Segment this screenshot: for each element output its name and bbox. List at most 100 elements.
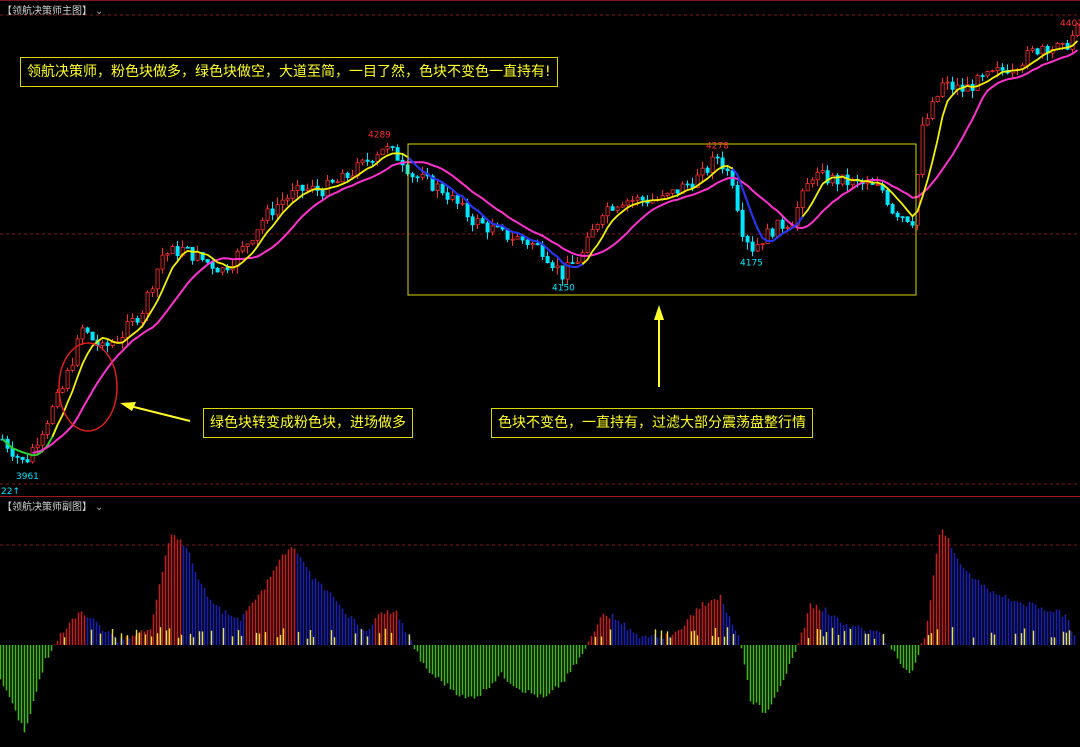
candle (830, 172, 835, 187)
candle (755, 237, 760, 252)
candle (1050, 46, 1055, 59)
candle (775, 219, 780, 237)
candle (235, 248, 240, 274)
candle (490, 218, 495, 236)
up-arrow (654, 305, 664, 387)
candle (965, 76, 970, 92)
candle (605, 202, 610, 224)
candle (820, 163, 825, 175)
candle (1035, 47, 1040, 56)
price-label-low: 4150 (552, 283, 575, 293)
candle (315, 179, 320, 197)
candle (800, 188, 805, 215)
main-panel-title-text: 【领航决策师主图】 (2, 6, 92, 17)
candle (415, 174, 420, 183)
candle (45, 420, 50, 439)
candle (825, 165, 830, 186)
chevron-down-icon[interactable]: ⌄ (95, 6, 103, 17)
candle (715, 153, 720, 165)
candle (295, 180, 300, 198)
candle (455, 194, 460, 210)
candle (935, 95, 940, 103)
box-note-callout: 色块不变色，一直持有，过滤大部分震荡盘整行情 (491, 408, 813, 438)
candle (925, 113, 930, 127)
candle (985, 70, 990, 78)
candle (75, 335, 80, 368)
candle (365, 152, 370, 166)
candle (1015, 67, 1020, 75)
candle (805, 177, 810, 192)
candle (420, 166, 425, 181)
candle (265, 204, 270, 224)
candle (545, 251, 550, 264)
candle (130, 313, 135, 326)
candle (330, 178, 335, 184)
chevron-down-icon[interactable]: ⌄ (95, 502, 103, 513)
candle (380, 148, 385, 156)
candle (485, 219, 490, 240)
corner-label: 22↑ (1, 487, 20, 497)
price-label-high: 4278 (706, 142, 729, 152)
candle (650, 193, 655, 204)
candle (835, 173, 840, 192)
candle (600, 213, 605, 229)
sub-panel-title[interactable]: 【领航决策师副图】 ⌄ (2, 498, 103, 513)
candle (325, 175, 330, 198)
candle (940, 77, 945, 98)
candle (25, 454, 30, 464)
candle (195, 245, 200, 262)
candle (285, 194, 290, 206)
candle (895, 210, 900, 221)
candle (290, 183, 295, 203)
price-label-low: 4175 (740, 258, 763, 268)
candle (870, 177, 875, 185)
candle (590, 223, 595, 238)
candle (360, 158, 365, 166)
candle (1005, 64, 1010, 75)
candle (555, 258, 560, 275)
candle (80, 324, 85, 345)
candle (475, 214, 480, 230)
intro-callout: 领航决策师，粉色块做多，绿色块做空，大道至简，一目了然，色块不变色一直持有! (20, 57, 558, 87)
sub-panel-title-text: 【领航决策师副图】 (2, 502, 92, 513)
candle (910, 216, 915, 228)
candle (945, 76, 950, 90)
candle (620, 202, 625, 208)
candle (950, 76, 955, 94)
candle (530, 241, 535, 250)
price-label-high: 4289 (368, 131, 391, 141)
candle (10, 441, 15, 462)
candle (975, 73, 980, 91)
candle (60, 385, 65, 394)
ma-fast-blue-segment (406, 156, 583, 268)
candle (15, 454, 20, 464)
candle (1065, 39, 1070, 51)
candle (165, 252, 170, 262)
candle (585, 232, 590, 254)
candle (70, 357, 75, 373)
candle (625, 198, 630, 212)
candle (735, 181, 740, 213)
left-arrow (120, 402, 191, 422)
candle (1000, 63, 1005, 76)
candle (970, 79, 975, 99)
candle (155, 268, 160, 297)
candle (745, 234, 750, 250)
candle (120, 331, 125, 349)
price-label-low: 3961 (16, 472, 39, 482)
main-panel-title[interactable]: 【领航决策师主图】 ⌄ (2, 2, 103, 17)
candle (845, 168, 850, 193)
candle (810, 177, 815, 188)
candle (990, 69, 995, 73)
candle (920, 117, 925, 178)
oscillator-chart[interactable] (0, 497, 1080, 747)
candle (260, 217, 265, 235)
candle (410, 171, 415, 183)
candle (905, 216, 910, 223)
candle (190, 246, 195, 265)
candle (170, 244, 175, 255)
candle (335, 179, 340, 184)
candle (280, 192, 285, 212)
candle (220, 267, 225, 276)
price-label-high: 4401 (1060, 19, 1080, 29)
